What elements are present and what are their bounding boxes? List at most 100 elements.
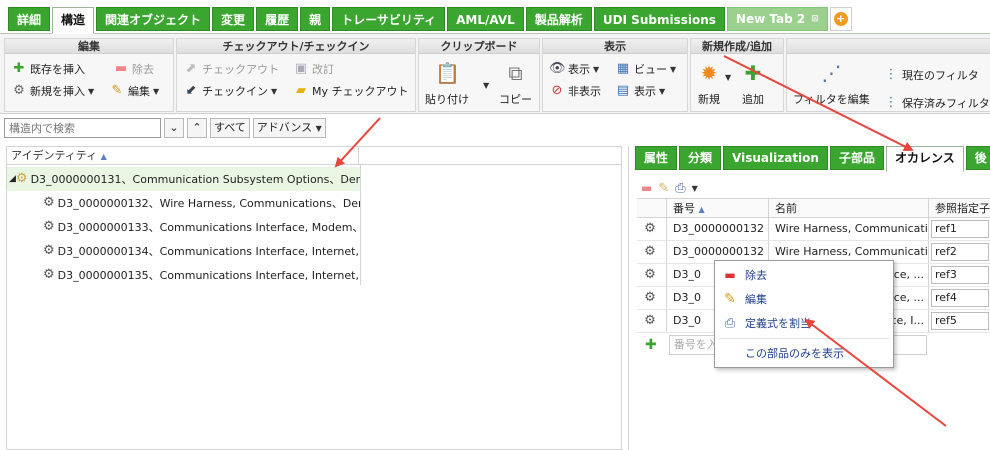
menu-item-show-only[interactable]: この部品のみを表示 bbox=[715, 341, 893, 365]
row-ref[interactable]: ref2 bbox=[929, 241, 990, 263]
row-ref[interactable]: ref5 bbox=[929, 310, 990, 332]
ref-field[interactable]: ref5 bbox=[931, 312, 989, 330]
edit-filter-button[interactable]: ⋰ フィルタを編集 bbox=[793, 61, 870, 107]
group-new-add: 新規作成/追加 ✹ 新規 ▼ ✚ 追加 bbox=[690, 38, 784, 112]
name-column-header[interactable]: 名前 bbox=[769, 199, 929, 217]
tab-structure[interactable]: 構造 bbox=[52, 7, 95, 34]
row-ref[interactable]: ref1 bbox=[929, 218, 990, 240]
expand-icon[interactable]: ◢ bbox=[9, 174, 16, 184]
tab-parent[interactable]: 親 bbox=[300, 7, 331, 31]
search-next-button[interactable]: ⌄ bbox=[164, 118, 184, 138]
ref-field[interactable]: ref2 bbox=[931, 243, 989, 261]
view-button[interactable]: ▦ ビュー ▼ bbox=[615, 61, 676, 77]
add-button[interactable]: ✚ 追加 bbox=[741, 61, 765, 107]
tab-occurrences[interactable]: オカレンス bbox=[885, 146, 964, 172]
copy-button[interactable]: ⧉ コピー bbox=[499, 61, 532, 107]
row-name: Wire Harness, Communicati... bbox=[769, 218, 929, 240]
chevron-down-icon: ▼ bbox=[659, 86, 666, 96]
tab-visualization[interactable]: Visualization bbox=[723, 146, 828, 170]
close-icon[interactable]: ⊠ bbox=[811, 7, 819, 31]
structure-tree-panel: アイデンティティ ▲ ◢ ⚙ D3_0000000131、Communicati… bbox=[6, 146, 622, 450]
pencil-icon[interactable]: ✎ bbox=[658, 181, 669, 196]
add-tab-button[interactable]: + bbox=[829, 7, 852, 31]
tree-row[interactable]: ⚙ D3_0000000134、Communications Interface… bbox=[7, 239, 361, 263]
tab-new-tab-2-label: New Tab 2 bbox=[735, 12, 806, 26]
search-row: ⌄ ⌃ すべて アドバンス ▼ bbox=[0, 114, 990, 142]
revise-button[interactable]: ▣ 改訂 bbox=[293, 61, 334, 77]
folder-icon: ▰ bbox=[296, 83, 306, 98]
remove-button[interactable]: ▬ 除去 bbox=[113, 61, 154, 77]
checkin-button[interactable]: ⬋ チェックイン ▼ bbox=[183, 83, 278, 99]
tree-row[interactable]: ⚙ D3_0000000135、Communications Interface… bbox=[7, 263, 361, 287]
current-filter-button[interactable]: ⋮ 現在のフィルタ bbox=[883, 67, 979, 83]
chevron-down-icon[interactable]: ▼ bbox=[692, 184, 698, 193]
search-all-button[interactable]: すべて bbox=[210, 118, 250, 138]
tab-aml-avl[interactable]: AML/AVL bbox=[447, 7, 524, 31]
tab-udi-submissions[interactable]: UDI Submissions bbox=[593, 7, 725, 31]
tab-traceability[interactable]: トレーサビリティ bbox=[332, 7, 446, 31]
ref-field[interactable]: ref4 bbox=[931, 289, 989, 307]
remove-label: 除去 bbox=[132, 63, 154, 76]
tab-related-objects[interactable]: 関連オブジェクト bbox=[96, 7, 211, 31]
hide-button[interactable]: ⊘ 非表示 bbox=[549, 83, 601, 99]
plus-icon[interactable]: ✚ bbox=[645, 337, 657, 353]
ref-field[interactable]: ref1 bbox=[931, 220, 989, 238]
chevron-down-icon[interactable]: ▼ bbox=[725, 73, 731, 82]
menu-item-remove[interactable]: ▬ 除去 bbox=[715, 263, 893, 287]
group-clipboard-title: クリップボード bbox=[419, 39, 539, 54]
row-ref[interactable]: ref3 bbox=[929, 264, 990, 286]
tab-history[interactable]: 履歴 bbox=[256, 7, 299, 31]
show-label: 表示 bbox=[568, 63, 590, 76]
sort-asc-icon: ▲ bbox=[698, 205, 705, 214]
remove-icon[interactable]: ▬ bbox=[641, 181, 652, 195]
insert-new-button[interactable]: ⚙ 新規を挿入 ▼ bbox=[11, 83, 94, 99]
new-button[interactable]: ✹ 新規 bbox=[697, 61, 721, 107]
tab-product-analysis[interactable]: 製品解析 bbox=[525, 7, 592, 31]
display-label: 表示 bbox=[634, 85, 656, 98]
show-button[interactable]: 👁 表示 ▼ bbox=[549, 61, 599, 77]
chevron-down-icon: ▼ bbox=[593, 64, 600, 74]
chevron-down-icon[interactable]: ▼ bbox=[483, 81, 489, 90]
my-checkout-button[interactable]: ▰ My チェックアウト bbox=[293, 83, 409, 99]
tab-more[interactable]: 後 bbox=[965, 146, 990, 170]
tree-row[interactable]: ⚙ D3_0000000133、Communications Interface… bbox=[7, 215, 361, 239]
menu-item-edit[interactable]: ✎ 編集 bbox=[715, 287, 893, 311]
tab-child-parts[interactable]: 子部品 bbox=[829, 146, 884, 170]
toolbar-ribbon: 編集 ✚ 既存を挿入 ▬ 除去 ⚙ 新規を挿入 ▼ ✎ 編集 ▼ チェックアウト… bbox=[0, 34, 990, 114]
assign-expression-icon[interactable]: ⎙ bbox=[675, 181, 685, 196]
tab-attributes[interactable]: 属性 bbox=[635, 146, 678, 170]
identity-column-header[interactable]: アイデンティティ ▲ bbox=[7, 147, 359, 164]
display-button[interactable]: ▤ 表示 ▼ bbox=[615, 83, 665, 99]
edit-button[interactable]: ✎ 編集 ▼ bbox=[109, 83, 160, 99]
tree-row-root[interactable]: ◢ ⚙ D3_0000000131、Communication Subsyste… bbox=[7, 167, 361, 191]
insert-existing-label: 既存を挿入 bbox=[30, 63, 85, 76]
tab-classification[interactable]: 分類 bbox=[679, 146, 722, 170]
tab-details[interactable]: 詳細 bbox=[8, 7, 51, 31]
filter-tree-icon: ⋰ bbox=[821, 61, 842, 85]
checkout-icon: ⬈ bbox=[185, 61, 197, 76]
revise-label: 改訂 bbox=[312, 63, 334, 76]
search-input[interactable] bbox=[4, 118, 161, 138]
menu-item-assign-expression[interactable]: ⎙ 定義式を割当 bbox=[715, 311, 893, 335]
row-ref[interactable]: ref4 bbox=[929, 287, 990, 309]
search-prev-button[interactable]: ⌃ bbox=[187, 118, 207, 138]
chevron-up-icon: ⌃ bbox=[192, 121, 202, 134]
ref-field[interactable]: ref3 bbox=[931, 266, 989, 284]
tree-row-label: D3_0000000134、Communications Interface, … bbox=[57, 245, 361, 258]
new-label: 新規 bbox=[698, 93, 720, 106]
number-column-header[interactable]: 番号 ▲ bbox=[667, 199, 769, 217]
tab-changes[interactable]: 変更 bbox=[212, 7, 255, 31]
group-view: 表示 👁 表示 ▼ ▦ ビュー ▼ ⊘ 非表示 ▤ 表示 ▼ bbox=[542, 38, 688, 112]
search-advanced-button[interactable]: アドバンス ▼ bbox=[252, 118, 326, 138]
ref-column-header[interactable]: 参照指定子 bbox=[929, 199, 990, 217]
saved-filter-button[interactable]: ⋮ 保存済みフィルタ bbox=[883, 95, 990, 111]
context-menu: ▬ 除去 ✎ 編集 ⎙ 定義式を割当 この部品のみを表示 bbox=[714, 260, 894, 368]
insert-existing-button[interactable]: ✚ 既存を挿入 bbox=[11, 61, 85, 77]
paste-button[interactable]: 📋 貼り付け bbox=[425, 61, 469, 107]
saved-filter-label: 保存済みフィルタ bbox=[902, 97, 990, 110]
occurrence-toolbar: ▬ ✎ ⎙ ▼ bbox=[641, 178, 698, 198]
tree-row[interactable]: ⚙ D3_0000000132、Wire Harness, Communicat… bbox=[7, 191, 361, 215]
table-row[interactable]: ⚙ D3_0000000132 Wire Harness, Communicat… bbox=[637, 218, 990, 241]
tab-new-tab-2[interactable]: New Tab 2 ⊠ bbox=[726, 7, 828, 31]
checkout-button[interactable]: ⬈ チェックアウト bbox=[183, 61, 279, 77]
